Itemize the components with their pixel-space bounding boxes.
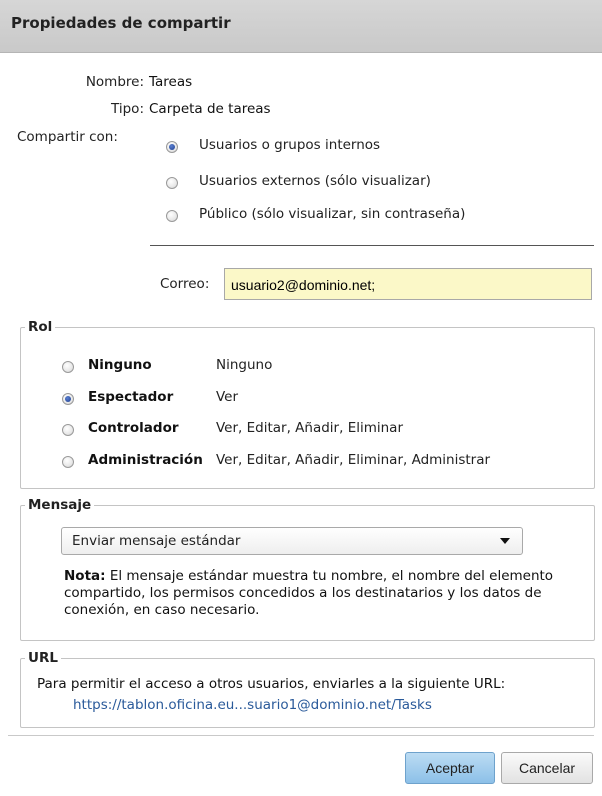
share-properties-dialog: Propiedades de compartir Nombre: Tareas … <box>0 0 602 796</box>
message-type-select[interactable]: Enviar mensaje estándar <box>61 527 523 555</box>
role-controller-name[interactable]: Controlador <box>88 420 179 436</box>
message-note-text: El mensaje estándar muestra tu nombre, e… <box>64 568 554 618</box>
message-type-selected: Enviar mensaje estándar <box>72 533 241 549</box>
footer-separator <box>8 735 594 736</box>
email-field[interactable]: usuario2@dominio.net; <box>224 268 592 300</box>
role-controller-radio[interactable] <box>62 424 74 436</box>
share-option-internal-radio[interactable] <box>166 141 178 153</box>
email-label: Correo: <box>160 276 210 292</box>
url-description: Para permitir el acceso a otros usuarios… <box>37 676 506 692</box>
role-none-radio[interactable] <box>62 361 74 373</box>
accept-button[interactable]: Aceptar <box>405 752 495 784</box>
share-separator <box>150 245 594 246</box>
message-legend: Mensaje <box>28 497 92 513</box>
share-option-internal-label[interactable]: Usuarios o grupos internos <box>199 137 380 153</box>
role-viewer-radio[interactable] <box>62 393 74 405</box>
dialog-title: Propiedades de compartir <box>11 14 231 32</box>
type-value: Carpeta de tareas <box>149 101 271 117</box>
url-legend: URL <box>28 650 58 666</box>
role-admin-name[interactable]: Administración <box>88 452 203 468</box>
role-none-name[interactable]: Ninguno <box>88 357 152 373</box>
message-note-label: Nota: <box>64 568 106 584</box>
share-option-public-radio[interactable] <box>166 210 178 222</box>
role-admin-radio[interactable] <box>62 456 74 468</box>
share-option-external-radio[interactable] <box>166 177 178 189</box>
role-admin-desc: Ver, Editar, Añadir, Eliminar, Administr… <box>216 452 491 468</box>
cancel-button[interactable]: Cancelar <box>501 752 593 784</box>
share-url-link[interactable]: https://tablon.oficina.eu...suario1@domi… <box>73 697 432 713</box>
role-controller-desc: Ver, Editar, Añadir, Eliminar <box>216 420 404 436</box>
role-viewer-desc: Ver <box>216 389 239 405</box>
role-none-desc: Ninguno <box>216 357 273 373</box>
role-viewer-name[interactable]: Espectador <box>88 389 173 405</box>
name-value: Tareas <box>149 74 193 90</box>
message-note: Nota: El mensaje estándar muestra tu nom… <box>64 568 584 619</box>
dialog-title-bar[interactable]: Propiedades de compartir <box>0 0 602 53</box>
name-label: Nombre: <box>85 74 144 90</box>
share-with-label: Compartir con: <box>17 129 118 145</box>
share-option-public-label[interactable]: Público (sólo visualizar, sin contraseña… <box>199 206 465 222</box>
share-option-external-label[interactable]: Usuarios externos (sólo visualizar) <box>199 173 431 189</box>
chevron-down-icon[interactable] <box>500 538 510 544</box>
role-legend: Rol <box>28 319 53 335</box>
type-label: Tipo: <box>111 101 144 117</box>
